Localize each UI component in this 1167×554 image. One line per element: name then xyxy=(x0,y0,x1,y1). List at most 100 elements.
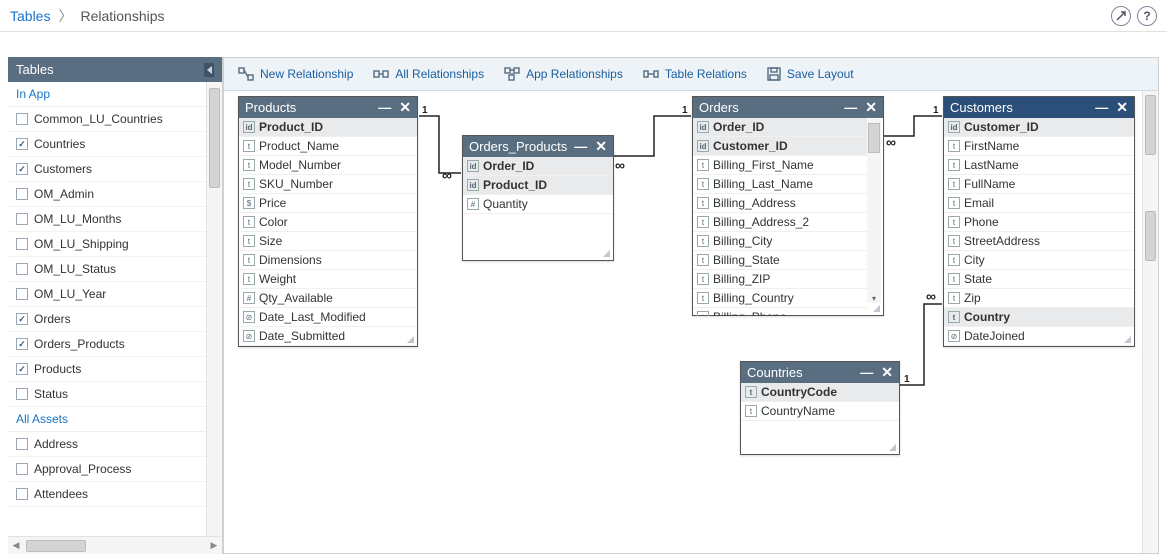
table-header-orders-products[interactable]: Orders_Products —✕ xyxy=(463,136,613,157)
close-icon[interactable]: ✕ xyxy=(1116,99,1128,116)
all-relationships-button[interactable]: All Relationships xyxy=(363,63,494,85)
table-header-customers[interactable]: Customers —✕ xyxy=(944,97,1134,118)
table-field[interactable]: idOrder_ID xyxy=(693,118,867,137)
checkbox[interactable] xyxy=(16,363,28,375)
in-app-item[interactable]: Orders_Products xyxy=(8,332,206,357)
checkbox[interactable] xyxy=(16,488,28,500)
table-field[interactable]: tBilling_City xyxy=(693,232,867,251)
section-in-app[interactable]: In App xyxy=(8,82,206,107)
table-field[interactable]: idCustomer_ID xyxy=(944,118,1134,137)
section-all-assets[interactable]: All Assets xyxy=(8,407,206,432)
table-field[interactable]: tSKU_Number xyxy=(239,175,417,194)
table-field[interactable]: tStreetAddress xyxy=(944,232,1134,251)
in-app-item[interactable]: Status xyxy=(8,382,206,407)
in-app-item[interactable]: Countries xyxy=(8,132,206,157)
sidebar-scrollbar-vertical[interactable] xyxy=(206,82,222,536)
in-app-item[interactable]: Customers xyxy=(8,157,206,182)
table-field[interactable]: tColor xyxy=(239,213,417,232)
in-app-item[interactable]: Products xyxy=(8,357,206,382)
in-app-item[interactable]: OM_LU_Months xyxy=(8,207,206,232)
table-field[interactable]: tBilling_Address xyxy=(693,194,867,213)
checkbox[interactable] xyxy=(16,263,28,275)
table-field[interactable]: tSize xyxy=(239,232,417,251)
table-field[interactable]: idProduct_ID xyxy=(463,176,613,195)
resize-handle[interactable] xyxy=(405,334,415,344)
feedback-icon[interactable] xyxy=(1111,6,1131,26)
table-field[interactable]: tBilling_Address_2 xyxy=(693,213,867,232)
table-field[interactable]: tDimensions xyxy=(239,251,417,270)
canvas-scrollbar[interactable] xyxy=(1142,91,1158,553)
table-field[interactable]: tFullName xyxy=(944,175,1134,194)
table-field[interactable]: ⊘Date_Submitted xyxy=(239,327,417,346)
checkbox[interactable] xyxy=(16,113,28,125)
checkbox[interactable] xyxy=(16,463,28,475)
table-field[interactable]: idProduct_ID xyxy=(239,118,417,137)
in-app-item[interactable]: Common_LU_Countries xyxy=(8,107,206,132)
in-app-item[interactable]: OM_LU_Year xyxy=(8,282,206,307)
table-field[interactable]: idOrder_ID xyxy=(463,157,613,176)
table-header-orders[interactable]: Orders —✕ xyxy=(693,97,883,118)
table-scrollbar[interactable]: ▴▾ xyxy=(867,119,881,303)
checkbox[interactable] xyxy=(16,288,28,300)
breadcrumb-root[interactable]: Tables xyxy=(10,8,50,24)
table-field[interactable]: ⊘Date_Last_Modified xyxy=(239,308,417,327)
table-field[interactable]: tLastName xyxy=(944,156,1134,175)
minimize-icon[interactable]: — xyxy=(1095,100,1108,115)
resize-handle[interactable] xyxy=(887,442,897,452)
in-app-item[interactable]: OM_LU_Status xyxy=(8,257,206,282)
scroll-left-icon[interactable]: ◀ xyxy=(8,538,24,554)
table-field[interactable]: tBilling_Phone xyxy=(693,308,867,316)
table-field[interactable]: tEmail xyxy=(944,194,1134,213)
table-field[interactable]: ⊘DateJoined xyxy=(944,327,1134,346)
table-products[interactable]: Products —✕ idProduct_IDtProduct_NametMo… xyxy=(238,96,418,347)
table-field[interactable]: tBilling_Last_Name xyxy=(693,175,867,194)
table-field[interactable]: #Quantity xyxy=(463,195,613,214)
resize-handle[interactable] xyxy=(1122,334,1132,344)
checkbox[interactable] xyxy=(16,213,28,225)
sidebar-list[interactable]: In App Common_LU_CountriesCountriesCusto… xyxy=(8,82,206,536)
table-field[interactable]: tState xyxy=(944,270,1134,289)
checkbox[interactable] xyxy=(16,313,28,325)
close-icon[interactable]: ✕ xyxy=(595,138,607,155)
table-orders[interactable]: Orders —✕ idOrder_IDidCustomer_IDtBillin… xyxy=(692,96,884,316)
table-field[interactable]: tBilling_ZIP xyxy=(693,270,867,289)
save-layout-button[interactable]: Save Layout xyxy=(757,63,864,85)
help-icon[interactable]: ? xyxy=(1137,6,1157,26)
table-field[interactable]: tZip xyxy=(944,289,1134,308)
checkbox[interactable] xyxy=(16,138,28,150)
new-relationship-button[interactable]: New Relationship xyxy=(228,63,363,85)
table-field[interactable]: tFirstName xyxy=(944,137,1134,156)
sidebar-scrollbar-horizontal[interactable]: ◀ ▶ xyxy=(8,536,222,554)
table-field[interactable]: tBilling_First_Name xyxy=(693,156,867,175)
checkbox[interactable] xyxy=(16,338,28,350)
table-field[interactable]: tProduct_Name xyxy=(239,137,417,156)
table-header-products[interactable]: Products —✕ xyxy=(239,97,417,118)
checkbox[interactable] xyxy=(16,438,28,450)
minimize-icon[interactable]: — xyxy=(844,100,857,115)
table-field[interactable]: tPhone xyxy=(944,213,1134,232)
table-field[interactable]: tCountryName xyxy=(741,402,899,421)
table-field[interactable]: tCountry xyxy=(944,308,1134,327)
scroll-right-icon[interactable]: ▶ xyxy=(206,538,222,554)
relationship-canvas[interactable]: 1 ∞ ∞ 1 ∞ 1 ∞ 1 Products —✕ xyxy=(224,91,1158,553)
resize-handle[interactable] xyxy=(871,303,881,313)
table-countries[interactable]: Countries —✕ tCountryCodetCountryName xyxy=(740,361,900,455)
in-app-item[interactable]: OM_Admin xyxy=(8,182,206,207)
close-icon[interactable]: ✕ xyxy=(881,364,893,381)
all-assets-item[interactable]: Address xyxy=(8,432,206,457)
checkbox[interactable] xyxy=(16,388,28,400)
table-field[interactable]: idCustomer_ID xyxy=(693,137,867,156)
table-field[interactable]: #Qty_Available xyxy=(239,289,417,308)
in-app-item[interactable]: Orders xyxy=(8,307,206,332)
table-field[interactable]: tBilling_State xyxy=(693,251,867,270)
close-icon[interactable]: ✕ xyxy=(399,99,411,116)
minimize-icon[interactable]: — xyxy=(860,365,873,380)
close-icon[interactable]: ✕ xyxy=(865,99,877,116)
checkbox[interactable] xyxy=(16,188,28,200)
sidebar-collapse-icon[interactable] xyxy=(204,63,214,77)
in-app-item[interactable]: OM_LU_Shipping xyxy=(8,232,206,257)
table-field[interactable]: tCountryCode xyxy=(741,383,899,402)
table-field[interactable]: tWeight xyxy=(239,270,417,289)
table-orders-products[interactable]: Orders_Products —✕ idOrder_IDidProduct_I… xyxy=(462,135,614,261)
all-assets-item[interactable]: Attendees xyxy=(8,482,206,507)
